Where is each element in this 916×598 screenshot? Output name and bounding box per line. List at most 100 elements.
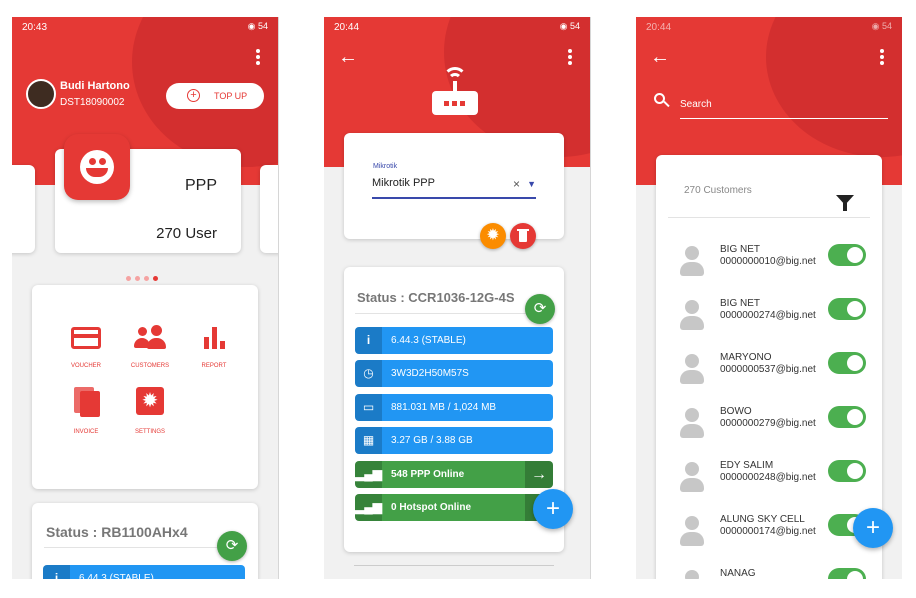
menu-item-voucher[interactable]: VOUCHER xyxy=(56,323,116,373)
search-placeholder: Search xyxy=(680,99,712,110)
back-arrow-icon[interactable]: ← xyxy=(650,47,670,67)
version-bar: i 6.44.3 (STABLE) xyxy=(43,565,245,579)
select-label: Mikrotik xyxy=(373,163,398,170)
memory-bar: ▭ 881.031 MB / 1,024 MB xyxy=(355,394,553,421)
voucher-card-icon xyxy=(71,327,101,349)
delete-button[interactable] xyxy=(510,223,536,249)
invoice-file-icon xyxy=(74,387,100,417)
uptime-text: 3W3D2H50M57S xyxy=(391,368,469,379)
customer-row[interactable]: EDY SALIM 0000000248@big.net xyxy=(680,460,870,500)
customer-row[interactable]: ALUNG SKY CELL 0000000174@big.net xyxy=(680,514,870,554)
avatar-person-icon xyxy=(680,462,704,494)
avatar-person-icon xyxy=(680,408,704,440)
user-id: DST18090002 xyxy=(60,97,125,108)
service-app-icon xyxy=(64,134,130,200)
status-time: 20:44 xyxy=(334,22,360,33)
router-status-title: Status : CCR1036-12G-4S xyxy=(357,290,515,305)
hotspot-online-text: 0 Hotspot Online xyxy=(391,502,471,513)
menu-label: CUSTOMERS xyxy=(130,363,170,369)
top-up-label: TOP UP xyxy=(214,91,248,101)
add-circle-icon: + xyxy=(187,89,200,102)
customer-row[interactable]: BIG NET 0000000010@big.net xyxy=(680,244,870,284)
more-menu-icon[interactable] xyxy=(568,49,572,65)
harddisk-icon: ▭ xyxy=(355,394,382,421)
more-menu-icon[interactable] xyxy=(256,49,260,65)
menu-item-customers[interactable]: CUSTOMERS xyxy=(120,323,180,373)
customer-count: 270 Customers xyxy=(684,185,752,196)
customer-row[interactable]: BIG NET 0000000274@big.net xyxy=(680,298,870,338)
signal-bars-icon: ▂▄▆ xyxy=(355,461,382,488)
report-chart-icon xyxy=(204,327,228,349)
customer-email: 0000000274@big.net xyxy=(720,310,816,321)
menu-item-invoice[interactable]: INVOICE xyxy=(56,387,116,437)
avatar-person-icon xyxy=(680,300,704,332)
add-fab-button[interactable]: + xyxy=(853,508,893,548)
divider xyxy=(590,17,591,579)
service-count: 270 User xyxy=(156,225,217,242)
battery-indicator: ◉ 54 xyxy=(559,21,580,31)
menu-grid-card: VOUCHER CUSTOMERS REPORT INVOICE ✹ SETTI… xyxy=(32,285,258,489)
refresh-button[interactable]: ⟳ xyxy=(525,294,555,324)
trash-icon xyxy=(519,231,527,242)
arrow-right-icon[interactable]: → xyxy=(525,461,553,488)
router-status-title: Status : RB1100AHx4 xyxy=(46,524,188,540)
active-toggle[interactable] xyxy=(828,568,866,579)
uptime-bar: ◷ 3W3D2H50M57S xyxy=(355,360,553,387)
service-title: PPP xyxy=(184,177,217,194)
clear-icon[interactable]: × xyxy=(513,177,520,191)
info-icon: i xyxy=(43,565,70,579)
menu-label: REPORT xyxy=(201,363,227,369)
battery-indicator: ◉ 54 xyxy=(247,21,268,31)
add-fab-button[interactable]: + xyxy=(533,489,573,529)
refresh-button[interactable]: ⟳ xyxy=(217,531,247,561)
hotspot-online-bar[interactable]: ▂▄▆ 0 Hotspot Online → xyxy=(355,494,553,521)
status-bar: 20:44 ◉ 54 xyxy=(324,17,590,37)
carousel-indicator xyxy=(126,268,158,286)
customer-name: EDY SALIM xyxy=(720,460,774,471)
mikrotik-select[interactable]: Mikrotik PPP × ▼ xyxy=(372,175,536,199)
active-toggle[interactable] xyxy=(828,244,866,266)
active-toggle[interactable] xyxy=(828,460,866,482)
active-toggle[interactable] xyxy=(828,352,866,374)
carousel-card-next[interactable] xyxy=(260,165,278,253)
menu-label: VOUCHER xyxy=(70,363,101,369)
user-name: Budi Hartono xyxy=(60,80,130,92)
more-menu-icon[interactable] xyxy=(880,49,884,65)
battery-indicator: ◉ 54 xyxy=(871,21,892,31)
signal-bars-icon: ▂▄▆ xyxy=(355,494,382,521)
customer-row[interactable]: NANAG xyxy=(680,568,870,579)
back-arrow-icon[interactable]: ← xyxy=(338,47,358,67)
customer-row[interactable]: BOWO 0000000279@big.net xyxy=(680,406,870,446)
version-bar: i 6.44.3 (STABLE) xyxy=(355,327,553,354)
customer-row[interactable]: MARYONO 0000000537@big.net xyxy=(680,352,870,392)
customer-name: ALUNG SKY CELL xyxy=(720,514,805,525)
avatar-person-icon xyxy=(680,246,704,278)
ppp-online-bar[interactable]: ▂▄▆ 548 PPP Online → xyxy=(355,461,553,488)
dropdown-arrow-icon[interactable]: ▼ xyxy=(527,179,536,189)
customer-name: BOWO xyxy=(720,406,752,417)
version-text: 6.44.3 (STABLE) xyxy=(391,335,466,346)
clock-icon: ◷ xyxy=(355,360,382,387)
status-time: 20:44 xyxy=(646,22,672,33)
top-up-button[interactable]: + TOP UP xyxy=(166,83,264,109)
customer-name: BIG NET xyxy=(720,298,761,309)
menu-label: SETTINGS xyxy=(134,429,165,435)
dashboard-screen: 20:43 ◉ 54 Budi Hartono DST18090002 + TO… xyxy=(12,17,278,579)
menu-item-settings[interactable]: ✹ SETTINGS xyxy=(120,387,180,437)
search-input[interactable]: Search xyxy=(680,97,888,119)
divider xyxy=(278,17,279,579)
active-toggle[interactable] xyxy=(828,298,866,320)
customers-screen: 20:44 ◉ 54 ← Search 270 Customers BIG NE… xyxy=(636,17,902,579)
customer-email: 0000000010@big.net xyxy=(720,256,816,267)
info-icon: i xyxy=(355,327,382,354)
settings-gear-icon: ✹ xyxy=(136,387,164,415)
active-toggle[interactable] xyxy=(828,406,866,428)
ppp-online-text: 548 PPP Online xyxy=(391,469,465,480)
router-wifi-icon xyxy=(432,67,478,117)
carousel-card-prev[interactable] xyxy=(12,165,35,253)
avatar xyxy=(26,79,56,109)
menu-item-report[interactable]: REPORT xyxy=(184,323,244,373)
chip-icon: ▦ xyxy=(355,427,382,454)
settings-button[interactable]: ✹ xyxy=(480,223,506,249)
version-text: 6.44.3 (STABLE) xyxy=(79,573,154,579)
